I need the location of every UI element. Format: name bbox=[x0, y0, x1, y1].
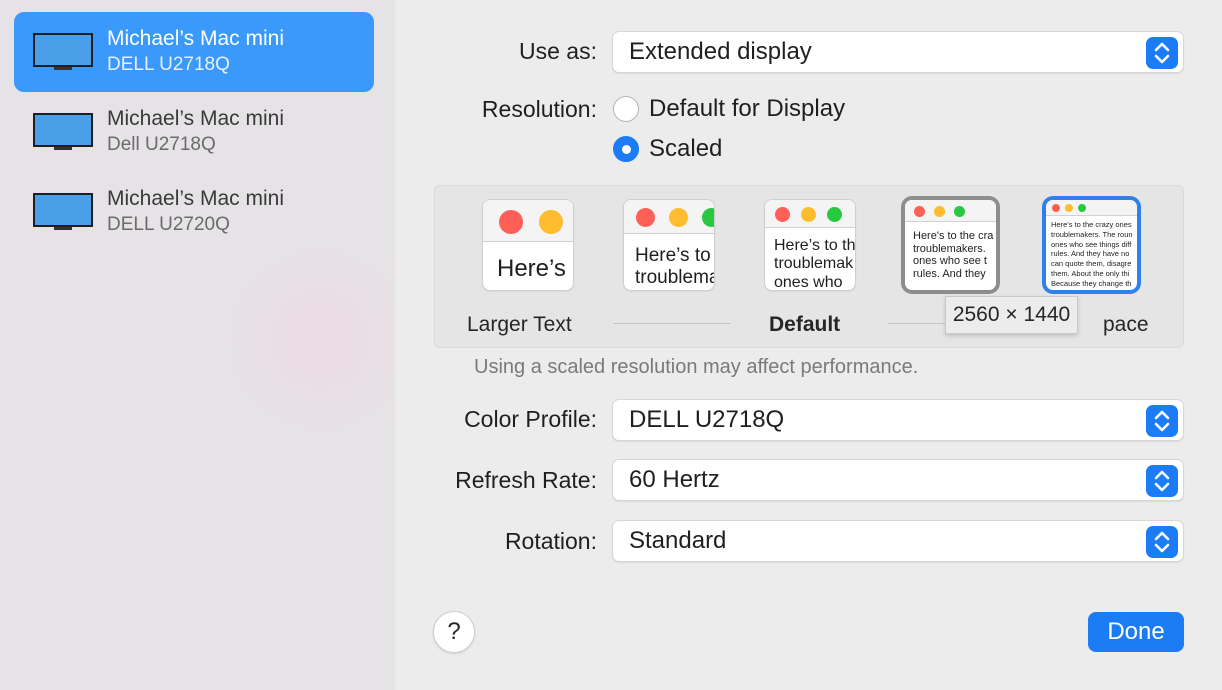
display-model: DELL U2720Q bbox=[107, 214, 230, 235]
display-name: Michael’s Mac mini bbox=[107, 107, 284, 130]
radio-scaled[interactable] bbox=[613, 136, 639, 162]
scale-option-default[interactable]: Here’s to th troublemak ones who bbox=[765, 200, 855, 290]
thumb-text: Here’s to th troublemak ones who bbox=[774, 237, 855, 290]
refresh-rate-value: 60 Hertz bbox=[629, 466, 720, 493]
scale-options: Here’s Here’s to t troublema Here’s to t… bbox=[434, 185, 1184, 348]
done-button[interactable]: Done bbox=[1088, 612, 1184, 652]
updown-chevron-icon bbox=[1146, 526, 1178, 558]
radio-default-for-display[interactable] bbox=[613, 96, 639, 122]
thumb-text: Here’s to t troublema bbox=[635, 245, 714, 288]
label-default: Default bbox=[769, 313, 841, 336]
updown-chevron-icon bbox=[1146, 465, 1178, 497]
label-more-space: pace bbox=[1103, 313, 1149, 336]
help-button[interactable]: ? bbox=[433, 611, 475, 653]
scale-option-2[interactable]: Here’s to t troublema bbox=[624, 200, 714, 290]
scale-divider bbox=[888, 323, 945, 324]
thumb-text: Here's to the crazy ones troublemakers. … bbox=[1051, 220, 1133, 288]
rotation-label: Rotation: bbox=[504, 528, 597, 554]
display-name: Michael’s Mac mini bbox=[107, 27, 284, 50]
display-name: Michael’s Mac mini bbox=[107, 187, 284, 210]
color-profile-popup[interactable]: DELL U2718Q bbox=[612, 399, 1184, 441]
display-sidebar: Michael’s Mac mini DELL U2718Q Michael’s… bbox=[0, 0, 395, 690]
display-model: Dell U2718Q bbox=[107, 134, 216, 155]
external-display-icon bbox=[33, 193, 93, 230]
external-display-icon bbox=[33, 33, 93, 70]
updown-chevron-icon bbox=[1146, 405, 1178, 437]
thumb-text: Here’s bbox=[497, 255, 566, 282]
color-profile-value: DELL U2718Q bbox=[629, 406, 785, 433]
use-as-popup[interactable]: Extended display bbox=[612, 31, 1184, 73]
label-larger-text: Larger Text bbox=[467, 313, 572, 336]
external-display-icon bbox=[33, 113, 93, 150]
use-as-label: Use as: bbox=[519, 38, 597, 64]
updown-chevron-icon bbox=[1146, 37, 1178, 69]
resolution-tooltip: 2560 × 1440 bbox=[945, 296, 1078, 334]
color-profile-label: Color Profile: bbox=[464, 406, 597, 432]
radio-scaled-label: Scaled bbox=[649, 135, 723, 162]
display-item-2[interactable]: Michael’s Mac mini Dell U2718Q bbox=[14, 92, 374, 172]
refresh-rate-popup[interactable]: 60 Hertz bbox=[612, 459, 1184, 501]
display-settings-panel: Use as: Extended display Resolution: Def… bbox=[395, 0, 1222, 690]
radio-default-label: Default for Display bbox=[649, 95, 846, 122]
performance-note: Using a scaled resolution may affect per… bbox=[474, 356, 919, 378]
resolution-label: Resolution: bbox=[481, 96, 597, 122]
display-item-1[interactable]: Michael’s Mac mini DELL U2718Q bbox=[14, 12, 374, 92]
thumb-text: Here's to the cra troublemakers. ones wh… bbox=[913, 230, 994, 280]
refresh-rate-label: Refresh Rate: bbox=[455, 467, 597, 493]
scale-option-more-space[interactable]: Here's to the crazy ones troublemakers. … bbox=[1046, 200, 1137, 290]
scale-option-4[interactable]: Here's to the cra troublemakers. ones wh… bbox=[905, 200, 996, 290]
scale-divider bbox=[613, 323, 731, 324]
scale-option-larger-text[interactable]: Here’s bbox=[483, 200, 573, 290]
rotation-popup[interactable]: Standard bbox=[612, 520, 1184, 562]
display-item-3[interactable]: Michael’s Mac mini DELL U2720Q bbox=[14, 172, 374, 252]
use-as-value: Extended display bbox=[629, 38, 812, 65]
display-model: DELL U2718Q bbox=[107, 54, 230, 75]
rotation-value: Standard bbox=[629, 527, 727, 554]
